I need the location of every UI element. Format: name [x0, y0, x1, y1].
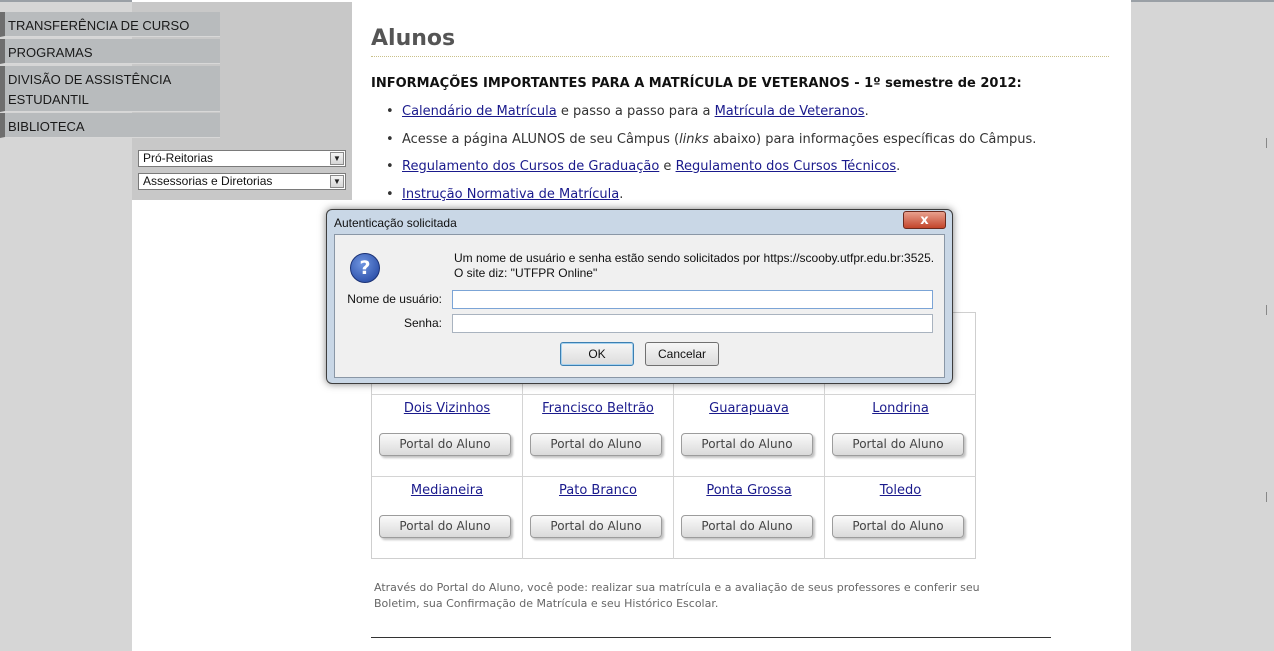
text: abaixo) para informações específicas do …: [708, 132, 1037, 147]
campus-cell: Londrina Portal do Aluno: [825, 395, 976, 477]
dialog-title: Autenticação solicitada: [334, 216, 457, 230]
sidebar-item-transferencia[interactable]: TRANSFERÊNCIA DE CURSO: [0, 12, 220, 37]
assessorias-select[interactable]: Assessorias e Diretorias ▼: [138, 173, 346, 190]
campus-link[interactable]: Francisco Beltrão: [523, 401, 673, 416]
password-label: Senha:: [403, 316, 442, 330]
chevron-down-icon[interactable]: ▼: [330, 175, 344, 188]
campus-link[interactable]: Medianeira: [372, 483, 522, 498]
title-divider: [371, 56, 1109, 57]
select-value: Pró-Reitorias: [143, 151, 214, 165]
portal-aluno-button[interactable]: Portal do Aluno: [681, 433, 813, 456]
sidebar-item-assistencia[interactable]: DIVISÃO DE ASSISTÊNCIA ESTUDANTIL: [0, 66, 220, 112]
matricula-veteranos-link[interactable]: Matrícula de Veteranos: [715, 104, 865, 119]
close-icon[interactable]: x: [903, 211, 946, 229]
list-item: • Regulamento dos Cursos de Graduação e R…: [386, 159, 901, 174]
message-line: Um nome de usuário e senha estão sendo s…: [454, 251, 935, 265]
dialog-message: Um nome de usuário e senha estão sendo s…: [454, 251, 934, 281]
campus-cell: Ponta Grossa Portal do Aluno: [674, 477, 825, 559]
campus-cell: Pato Branco Portal do Aluno: [523, 477, 674, 559]
instrucao-normativa-link[interactable]: Instrução Normativa de Matrícula: [402, 187, 619, 202]
campus-cell: Toledo Portal do Aluno: [825, 477, 976, 559]
calendario-link[interactable]: Calendário de Matrícula: [402, 104, 557, 119]
portal-description: Através do Portal do Aluno, você pode: r…: [374, 581, 980, 610]
list-item: • Calendário de Matrícula e passo a passo…: [386, 104, 869, 119]
list-item: • Instrução Normativa de Matrícula.: [386, 187, 624, 202]
campus-link[interactable]: Ponta Grossa: [674, 483, 824, 498]
footer-divider: [371, 637, 1051, 638]
campus-link[interactable]: Londrina: [825, 401, 976, 416]
text: .: [896, 159, 901, 174]
username-field[interactable]: [452, 290, 933, 309]
regulamento-tecnicos-link[interactable]: Regulamento dos Cursos Técnicos: [676, 159, 897, 174]
portal-aluno-button[interactable]: Portal do Aluno: [379, 515, 511, 538]
text: .: [864, 104, 869, 119]
chevron-down-icon[interactable]: ▼: [330, 152, 344, 165]
list-item: • Acesse a página ALUNOS de seu Câmpus (l…: [386, 132, 1037, 147]
ok-button[interactable]: OK: [560, 342, 634, 366]
cancel-button[interactable]: Cancelar: [645, 342, 719, 366]
campus-link[interactable]: Guarapuava: [674, 401, 824, 416]
portal-aluno-button[interactable]: Portal do Aluno: [530, 433, 662, 456]
text: e passo a passo para a: [556, 104, 715, 119]
select-value: Assessorias e Diretorias: [143, 174, 273, 188]
password-field[interactable]: [452, 314, 933, 333]
campus-cell: Medianeira Portal do Aluno: [372, 477, 523, 559]
auth-dialog: Autenticação solicitada x ? Um nome de u…: [326, 209, 953, 384]
scrollbar-mark[interactable]: [1266, 305, 1273, 315]
question-icon: ?: [350, 253, 380, 283]
text: links: [679, 132, 709, 147]
sidebar-item-label: TRANSFERÊNCIA DE CURSO: [8, 18, 190, 33]
sidebar-item-label: PROGRAMAS: [8, 45, 93, 60]
sidebar-item-label: DIVISÃO DE ASSISTÊNCIA ESTUDANTIL: [8, 72, 171, 107]
sidebar-item-label: BIBLIOTECA: [8, 119, 85, 134]
page-title: Alunos: [371, 26, 456, 51]
campus-link[interactable]: Toledo: [825, 483, 976, 498]
portal-aluno-button[interactable]: Portal do Aluno: [379, 433, 511, 456]
text: e: [659, 159, 676, 174]
message-line: O site diz: "UTFPR Online": [454, 266, 598, 280]
text: Acesse a página ALUNOS de seu Câmpus (: [402, 132, 680, 147]
dialog-body: ? Um nome de usuário e senha estão sendo…: [334, 234, 945, 378]
scrollbar-mark[interactable]: [1266, 492, 1273, 502]
text: .: [619, 187, 624, 202]
regulamento-graduacao-link[interactable]: Regulamento dos Cursos de Graduação: [402, 159, 659, 174]
portal-aluno-button[interactable]: Portal do Aluno: [681, 515, 813, 538]
username-label: Nome de usuário:: [347, 292, 442, 306]
pro-reitorias-select[interactable]: Pró-Reitorias ▼: [138, 150, 346, 167]
campus-cell: Francisco Beltrão Portal do Aluno: [523, 395, 674, 477]
portal-aluno-button[interactable]: Portal do Aluno: [832, 433, 964, 456]
portal-aluno-button[interactable]: Portal do Aluno: [832, 515, 964, 538]
campus-cell: Dois Vizinhos Portal do Aluno: [372, 395, 523, 477]
portal-aluno-button[interactable]: Portal do Aluno: [530, 515, 662, 538]
campus-cell: Guarapuava Portal do Aluno: [674, 395, 825, 477]
campus-link[interactable]: Dois Vizinhos: [372, 401, 522, 416]
sidebar-item-biblioteca[interactable]: BIBLIOTECA: [0, 113, 220, 138]
campus-link[interactable]: Pato Branco: [523, 483, 673, 498]
sidebar-item-programas[interactable]: PROGRAMAS: [0, 39, 220, 64]
scrollbar-mark[interactable]: [1266, 138, 1273, 148]
info-heading: INFORMAÇÕES IMPORTANTES PARA A MATRÍCULA…: [371, 76, 1022, 91]
